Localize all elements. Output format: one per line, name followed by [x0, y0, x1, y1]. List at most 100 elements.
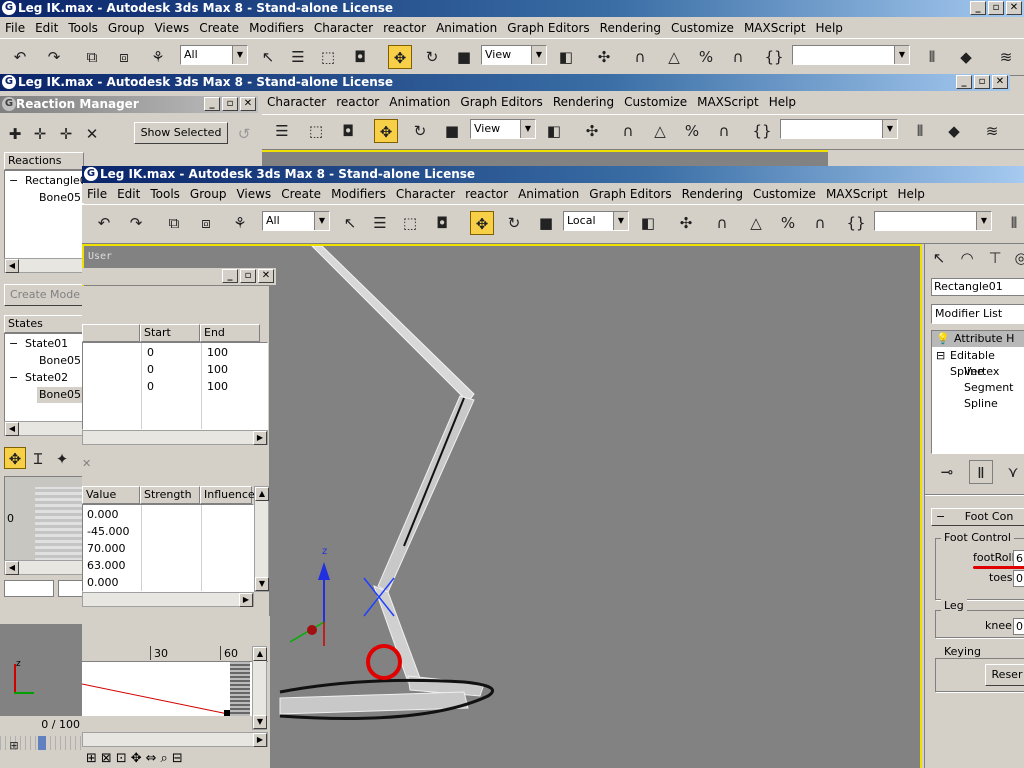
create-tab-icon[interactable]: ↖	[927, 246, 951, 270]
menu-rendering[interactable]: Rendering	[548, 95, 619, 109]
menu-graph-editors[interactable]: Graph Editors	[584, 187, 676, 201]
bind-space-warp-icon[interactable]: ⚘	[146, 45, 170, 69]
menu-reactor[interactable]: reactor	[331, 95, 384, 109]
menu-customize[interactable]: Customize	[619, 95, 692, 109]
zoom-icon[interactable]: ⌕	[161, 750, 168, 768]
add-reaction-icon[interactable]: ✚	[3, 122, 27, 146]
spinner-snap-icon[interactable]: ∩	[726, 45, 750, 69]
key-tangent-icon[interactable]: ⊞	[86, 750, 97, 768]
percent-snap-icon[interactable]: %	[680, 119, 704, 143]
front-window-titlebar[interactable]: G Leg IK.max - Autodesk 3ds Max 8 - Stan…	[82, 166, 1024, 183]
state-dialog-titlebar[interactable]: _ ▫ ✕	[82, 268, 276, 285]
select-by-name-icon[interactable]: ☰	[286, 45, 310, 69]
value-row-3[interactable]: 70.000	[87, 541, 126, 557]
reactions-header[interactable]: Reactions	[4, 152, 84, 170]
scroll-down-icon[interactable]: ▼	[255, 577, 269, 591]
add-key-icon[interactable]: ✦	[50, 447, 74, 471]
unlink-icon[interactable]: ⧈	[194, 211, 218, 235]
mirror-icon[interactable]: ⫴	[908, 119, 932, 143]
snap-icon[interactable]: ∩	[710, 211, 734, 235]
menu-animation[interactable]: Animation	[384, 95, 455, 109]
menu-maxscript[interactable]: MAXScript	[821, 187, 893, 201]
manipulate-icon[interactable]: ✣	[592, 45, 616, 69]
select-icon[interactable]: ↖	[338, 211, 362, 235]
frame-counter[interactable]: 0 / 100	[0, 716, 82, 734]
reaction-manager-titlebar[interactable]: G Reaction Manager _ ▫ ✕	[0, 96, 258, 113]
scroll-left-icon[interactable]: ◀	[5, 561, 19, 575]
menu-customize[interactable]: Customize	[666, 21, 739, 35]
tree-item-rectangle01[interactable]: Rectangle01	[25, 173, 83, 189]
menu-graph-editors[interactable]: Graph Editors	[455, 95, 547, 109]
value-row-4[interactable]: 63.000	[87, 558, 126, 574]
value-row-2[interactable]: -45.000	[87, 524, 129, 540]
foot-roll-spinner[interactable]: 63	[1013, 550, 1024, 567]
maximize-button[interactable]: ▫	[222, 97, 238, 111]
manipulate-icon[interactable]: ✣	[580, 119, 604, 143]
curve-value-field[interactable]	[58, 580, 84, 597]
rect-region-icon[interactable]: ⬚	[316, 45, 340, 69]
menu-animation[interactable]: Animation	[431, 21, 502, 35]
menu-maxscript[interactable]: MAXScript	[692, 95, 764, 109]
tree-item-state02[interactable]: State02	[25, 370, 68, 386]
states-header[interactable]: States	[4, 315, 84, 333]
state-name-col[interactable]	[82, 324, 140, 342]
link-icon[interactable]: ⧉	[162, 211, 186, 235]
object-name-field[interactable]: Rectangle01	[931, 278, 1024, 296]
menu-character[interactable]: Character	[309, 21, 378, 35]
named-selection-icon[interactable]: {}	[762, 45, 786, 69]
tree-collapse-icon[interactable]: −	[9, 173, 18, 189]
delete-state-icon[interactable]: ✕	[82, 456, 91, 472]
delete-reaction-icon[interactable]: ✕	[80, 122, 104, 146]
zoom-v-icon[interactable]: ⊟	[172, 750, 183, 768]
ref-coord-combo[interactable]: View ▼	[481, 45, 547, 65]
menu-create[interactable]: Create	[194, 21, 244, 35]
value-table-hscrollbar[interactable]: ▶	[82, 592, 254, 607]
percent-snap-icon[interactable]: %	[776, 211, 800, 235]
rotate-icon[interactable]: ↻	[420, 45, 444, 69]
scroll-right-icon[interactable]: ▶	[239, 593, 253, 607]
window-crossing-icon[interactable]: ◘	[348, 45, 372, 69]
reactions-hscrollbar[interactable]: ◀	[4, 258, 84, 273]
select-icon[interactable]: ↖	[256, 45, 280, 69]
zoom-h-icon[interactable]: ⇔	[146, 750, 157, 768]
named-selection-icon[interactable]: {}	[750, 119, 774, 143]
menu-file[interactable]: File	[0, 21, 30, 35]
align-icon[interactable]: ◆	[954, 45, 978, 69]
named-selection-combo[interactable]: ▼	[874, 211, 992, 231]
modifier-stack[interactable]: 💡 Attribute H ⊟ Editable Spline Vertex S…	[931, 330, 1024, 454]
rect-region-icon[interactable]: ⬚	[304, 119, 328, 143]
stack-item-segment[interactable]: Segment	[964, 380, 1014, 396]
manipulate-icon[interactable]: ✣	[674, 211, 698, 235]
value-column-header[interactable]: Value	[82, 486, 140, 504]
percent-snap-icon[interactable]: %	[694, 45, 718, 69]
maximize-button[interactable]: ▫	[974, 75, 990, 89]
menu-modifiers[interactable]: Modifiers	[326, 187, 391, 201]
row3-start[interactable]: 0	[147, 379, 154, 395]
menu-tools[interactable]: Tools	[63, 21, 103, 35]
named-selection-combo[interactable]: ▼	[792, 45, 910, 65]
named-selection-icon[interactable]: {}	[844, 211, 868, 235]
pin-stack-icon[interactable]: ⊸	[935, 460, 959, 484]
redo-icon[interactable]: ↷	[124, 211, 148, 235]
knee-spinner[interactable]: 0.	[1013, 618, 1024, 635]
pan-icon[interactable]: ✥	[131, 750, 142, 768]
scroll-left-icon[interactable]: ◀	[5, 422, 19, 436]
menu-help[interactable]: Help	[764, 95, 801, 109]
time-slider-thumb[interactable]	[38, 736, 46, 750]
stack-item-attribute-holder[interactable]: 💡 Attribute H	[932, 331, 1024, 347]
state-table-hscrollbar[interactable]: ▶	[82, 430, 268, 445]
mirror-icon[interactable]: ⫴	[920, 45, 944, 69]
close-button[interactable]: ✕	[992, 75, 1008, 89]
rect-region-icon[interactable]: ⬚	[398, 211, 422, 235]
influence-column-header[interactable]: Influence	[200, 486, 255, 504]
named-selection-combo[interactable]: ▼	[780, 119, 898, 139]
value-row-1[interactable]: 0.000	[87, 507, 119, 523]
row3-end[interactable]: 100	[207, 379, 228, 395]
link-icon[interactable]: ⧉	[80, 45, 104, 69]
add-driver-icon[interactable]: ✛	[54, 122, 78, 146]
lightbulb-icon[interactable]: 💡	[936, 331, 950, 347]
menu-graph-editors[interactable]: Graph Editors	[502, 21, 594, 35]
angle-snap-icon[interactable]: △	[662, 45, 686, 69]
menu-modifiers[interactable]: Modifiers	[244, 21, 309, 35]
middle-window-titlebar[interactable]: G Leg IK.max - Autodesk 3ds Max 8 - Stan…	[0, 74, 1010, 91]
